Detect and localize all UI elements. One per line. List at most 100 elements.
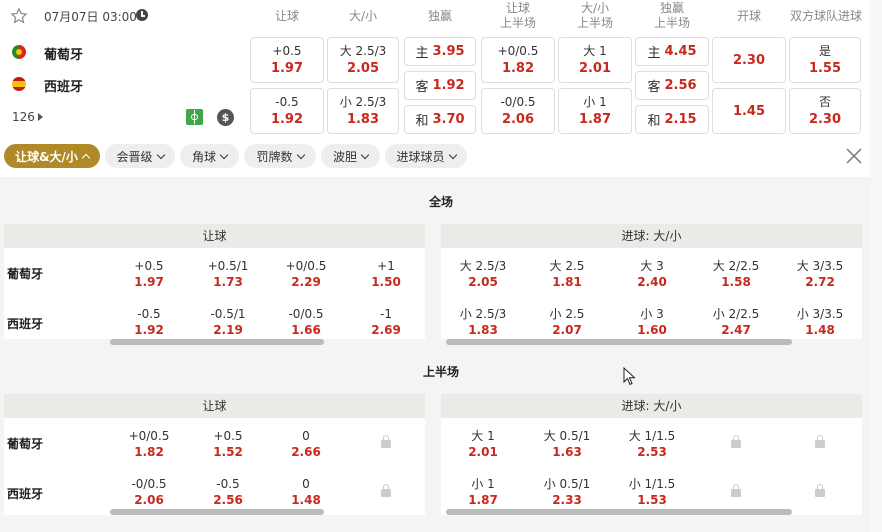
match-odds-page: 07月07日 03:00 让球 大/小 独赢 让球 上半场 大/小 上半场 独赢… (0, 0, 882, 532)
odds-option[interactable]: 小 2.5 2.07 (530, 306, 604, 338)
odds-mw1-home[interactable]: 主 4.45 (635, 37, 709, 66)
odds-hc1-away[interactable]: -0/0.5 2.06 (481, 88, 555, 134)
odds-line: 大 0.5/1 (543, 429, 591, 443)
chevron-down-icon (360, 150, 370, 159)
odds-mw-draw[interactable]: 和 3.70 (404, 105, 476, 134)
chevron-down-icon (156, 150, 165, 159)
odds-option[interactable]: -0/0.5 2.06 (112, 476, 186, 508)
odds-value: 2.56 (213, 493, 243, 507)
odds-option[interactable]: +1 1.50 (349, 258, 423, 290)
odds-option[interactable]: 0 2.66 (269, 428, 343, 460)
odds-value: 1.81 (552, 275, 582, 289)
odds-ou-over[interactable]: 大 2.5/3 2.05 (327, 37, 399, 83)
odds-kickoff-home[interactable]: 2.30 (712, 37, 786, 83)
more-markets-count: 126 (12, 110, 35, 124)
odds-mw1-away[interactable]: 客 2.56 (635, 71, 709, 100)
horizontal-scrollbar[interactable] (110, 339, 324, 345)
odds-mw-home[interactable]: 主 3.95 (404, 37, 476, 66)
odds-option[interactable]: 小 3 1.60 (615, 306, 689, 338)
odds-btts-yes[interactable]: 是 1.55 (789, 37, 861, 83)
cashout-icon[interactable]: $ (217, 109, 234, 126)
odds-option[interactable]: 大 1 2.01 (446, 428, 520, 460)
away-team-name[interactable]: 西班牙 (44, 76, 83, 95)
odds-option[interactable]: 小 3/3.5 1.48 (783, 306, 857, 338)
away-team-label: 西班牙 (7, 317, 44, 331)
page-scrollbar-track[interactable] (870, 0, 882, 532)
odds-hc-home[interactable]: +0.5 1.97 (250, 37, 324, 83)
home-team-label: 葡萄牙 (7, 267, 44, 281)
lock-icon (381, 435, 391, 448)
odds-line: 小 3 (640, 307, 664, 321)
odds-option[interactable]: 大 2/2.5 1.58 (699, 258, 773, 290)
filter-goalscorer[interactable]: 进球球员 (385, 144, 467, 168)
odds-btts-no[interactable]: 否 2.30 (789, 88, 861, 134)
odds-line: 是 (818, 44, 831, 58)
horizontal-scrollbar[interactable] (446, 339, 792, 345)
mouse-cursor-icon (623, 366, 637, 387)
half-ou-panel: 进球: 大/小 大 1 2.01 大 0.5/1 1.63 大 1/1.5 2.53 … (441, 394, 862, 515)
filter-label: 罚牌数 (256, 149, 293, 164)
odds-hc-away[interactable]: -0.5 1.92 (250, 88, 324, 134)
odds-option[interactable]: +0.5/1 1.73 (191, 258, 265, 290)
close-icon[interactable] (845, 147, 863, 165)
filter-cards[interactable]: 罚牌数 (244, 144, 316, 168)
odds-mw-away[interactable]: 客 1.92 (404, 71, 476, 100)
odds-value: 1.66 (291, 323, 321, 337)
odds-option[interactable]: -1 2.69 (349, 306, 423, 338)
home-team-name[interactable]: 葡萄牙 (44, 44, 83, 63)
filter-handicap-ou[interactable]: 让球&大/小 (4, 144, 100, 168)
odds-line: -0.5 (275, 95, 299, 109)
odds-option[interactable]: 大 1/1.5 2.53 (615, 428, 689, 460)
odds-option[interactable]: -0.5 1.92 (112, 306, 186, 338)
odds-value: 2.72 (805, 275, 835, 289)
odds-option[interactable]: 大 3/3.5 2.72 (783, 258, 857, 290)
odds-option[interactable]: 大 3 2.40 (615, 258, 689, 290)
odds-line: +0/0.5 (128, 429, 170, 443)
odds-value: 2.05 (346, 61, 380, 76)
pitch-icon[interactable] (186, 109, 203, 125)
col-moneyline-1h: 独赢 上半场 (635, 1, 709, 31)
odds-option[interactable]: 大 2.5/3 2.05 (446, 258, 520, 290)
horizontal-scrollbar[interactable] (110, 509, 324, 515)
more-markets-link[interactable]: 126 (12, 110, 43, 124)
odds-line: 小 1/1.5 (628, 477, 676, 491)
chevron-right-icon (37, 113, 43, 121)
odds-option[interactable]: +0/0.5 1.82 (112, 428, 186, 460)
odds-ou-under[interactable]: 小 2.5/3 1.83 (327, 88, 399, 134)
odds-option[interactable]: +0/0.5 2.29 (269, 258, 343, 290)
odds-value: 2.66 (291, 445, 321, 459)
odds-option[interactable]: 大 2.5 1.81 (530, 258, 604, 290)
odds-value: 1.87 (468, 493, 498, 507)
odds-option[interactable]: 大 0.5/1 1.63 (530, 428, 604, 460)
odds-mw1-draw[interactable]: 和 2.15 (635, 105, 709, 134)
col-btts: 双方球队进球 (789, 9, 862, 23)
odds-hc1-home[interactable]: +0/0.5 1.82 (481, 37, 555, 83)
odds-option[interactable]: -0.5 2.56 (191, 476, 265, 508)
horizontal-scrollbar[interactable] (446, 509, 792, 515)
col-moneyline: 独赢 (427, 9, 452, 23)
odds-option[interactable]: 小 2.5/3 1.83 (446, 306, 520, 338)
odds-line: -0.5/1 (210, 307, 246, 321)
filter-corners[interactable]: 角球 (180, 144, 239, 168)
odds-option[interactable]: 小 1/1.5 1.53 (615, 476, 689, 508)
filter-correct-score[interactable]: 波胆 (321, 144, 380, 168)
odds-option[interactable]: -0.5/1 2.19 (191, 306, 265, 338)
odds-option[interactable]: 小 2/2.5 2.47 (699, 306, 773, 338)
odds-option[interactable]: 0 1.48 (269, 476, 343, 508)
odds-option[interactable]: 小 0.5/1 2.33 (530, 476, 604, 508)
odds-value: 2.19 (213, 323, 243, 337)
odds-value: 1.73 (213, 275, 243, 289)
star-icon[interactable] (10, 7, 28, 25)
odds-value: 4.45 (664, 44, 697, 59)
odds-ou1-under[interactable]: 小 1 1.87 (558, 88, 632, 134)
col-ou-1h-text: 大/小 上半场 (576, 1, 613, 30)
odds-line: 和 (647, 114, 661, 129)
odds-option[interactable]: 小 1 1.87 (446, 476, 520, 508)
odds-kickoff-away[interactable]: 1.45 (712, 88, 786, 134)
odds-option[interactable]: -0/0.5 1.66 (269, 306, 343, 338)
odds-option[interactable]: +0.5 1.52 (191, 428, 265, 460)
odds-option[interactable]: +0.5 1.97 (112, 258, 186, 290)
odds-ou1-over[interactable]: 大 1 2.01 (558, 37, 632, 83)
odds-line: -0/0.5 (288, 307, 324, 321)
filter-qualify[interactable]: 会晋级 (105, 144, 175, 168)
